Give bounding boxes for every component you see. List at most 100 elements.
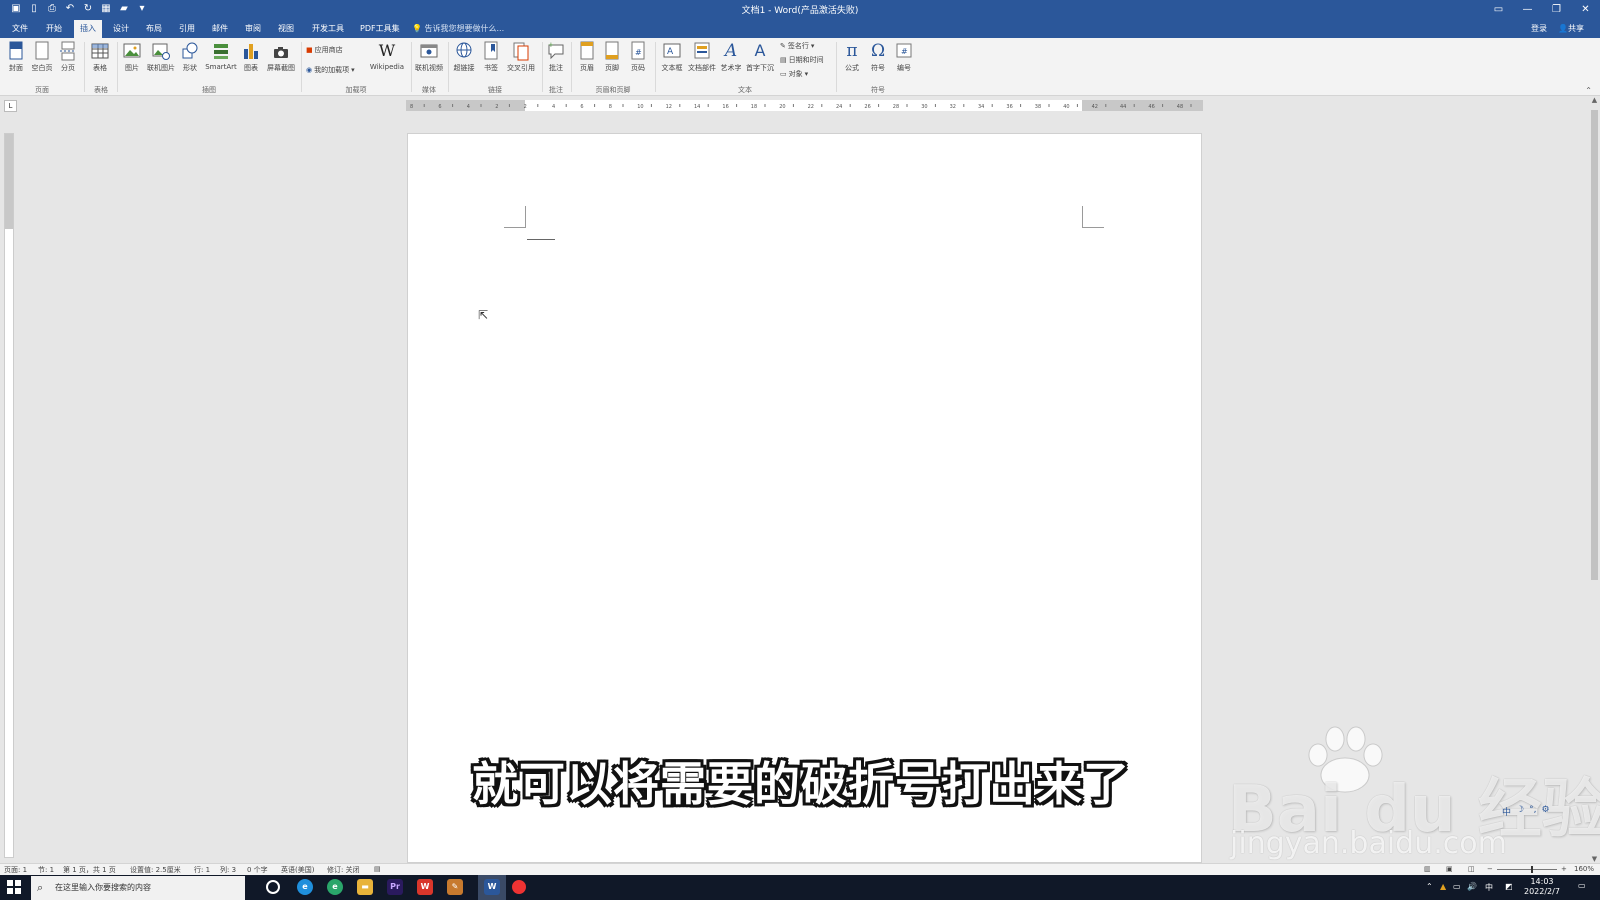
smartart-button[interactable]: SmartArt [204, 41, 238, 83]
number-button[interactable]: # 编号 [893, 41, 915, 83]
vertical-scrollbar[interactable]: ▲ ▼ [1589, 96, 1600, 863]
footer-button[interactable]: 页脚 [601, 41, 623, 83]
status-page-count[interactable]: 第 1 页，共 1 页 [63, 865, 116, 875]
scroll-down-icon[interactable]: ▼ [1589, 855, 1600, 863]
volume-icon[interactable]: 🔊 [1467, 882, 1477, 900]
wordart-label: 艺术字 [720, 64, 742, 72]
status-page[interactable]: 页面: 1 [4, 865, 27, 875]
file-explorer-icon[interactable]: ▬ [357, 879, 373, 895]
page-break-button[interactable]: 分页 [56, 41, 80, 83]
cortana-icon[interactable] [266, 880, 280, 894]
collapse-ribbon-icon[interactable]: ⌃ [1585, 86, 1592, 95]
edge-icon[interactable]: e [297, 879, 313, 895]
zoom-in-icon[interactable]: + [1561, 865, 1567, 873]
scroll-up-icon[interactable]: ▲ [1589, 96, 1600, 104]
status-word-count[interactable]: 0 个字 [247, 865, 268, 875]
ime-indicator[interactable]: 中 [1485, 882, 1493, 900]
tab-design[interactable]: 设计 [107, 20, 135, 38]
bookmark-button[interactable]: 书签 [480, 41, 502, 83]
ime-punctuation-icon[interactable]: °, [1529, 805, 1536, 818]
tab-layout[interactable]: 布局 [140, 20, 168, 38]
status-column[interactable]: 列: 3 [220, 865, 236, 875]
my-addins-button[interactable]: ◉ 我的加载项 ▾ [306, 65, 355, 75]
tab-view[interactable]: 视图 [272, 20, 300, 38]
macro-record-icon[interactable]: ▤ [374, 865, 381, 873]
restore-icon[interactable]: ❐ [1542, 0, 1571, 20]
scroll-thumb[interactable] [1591, 110, 1598, 580]
screenshot-button[interactable]: 屏幕截图 [265, 41, 297, 83]
equation-button[interactable]: π 公式 [841, 41, 863, 83]
tray-expand-icon[interactable]: ⌃ [1426, 882, 1433, 900]
status-section[interactable]: 节: 1 [38, 865, 54, 875]
system-clock[interactable]: 14:03 2022/2/7 [1524, 877, 1560, 897]
page-number-button[interactable]: # 页码 [627, 41, 649, 83]
network-icon[interactable]: ▭ [1453, 882, 1461, 900]
dropcap-button[interactable]: A 首字下沉 [745, 41, 775, 83]
shapes-button[interactable]: 形状 [178, 41, 202, 83]
zoom-level[interactable]: 160% [1574, 865, 1594, 873]
zoom-slider[interactable] [1497, 869, 1557, 870]
tab-file[interactable]: 文件 [6, 20, 34, 38]
print-layout-icon[interactable]: ▣ [1446, 865, 1453, 873]
tab-pdf[interactable]: PDF工具集 [354, 20, 406, 38]
ribbon-display-icon[interactable]: ▭ [1484, 0, 1513, 20]
online-picture-button[interactable]: 联机图片 [145, 41, 177, 83]
tab-insert[interactable]: 插入 [74, 20, 102, 38]
picture-button[interactable]: 图片 [121, 41, 143, 83]
tab-home[interactable]: 开始 [40, 20, 68, 38]
notification-icon[interactable]: ▭ [1578, 881, 1586, 900]
tab-references[interactable]: 引用 [173, 20, 201, 38]
wikipedia-button[interactable]: W Wikipedia [366, 41, 408, 83]
tab-selector[interactable]: L [4, 100, 17, 112]
wordart-button[interactable]: A 艺术字 [719, 41, 743, 83]
ime-settings-icon[interactable]: ⚙ [1541, 805, 1549, 818]
web-layout-icon[interactable]: ◫ [1468, 865, 1475, 873]
status-position[interactable]: 设置值: 2.5厘米 [130, 865, 181, 875]
tab-review[interactable]: 审阅 [239, 20, 267, 38]
tab-mailings[interactable]: 邮件 [206, 20, 234, 38]
security-icon[interactable]: ◩ [1505, 882, 1513, 900]
header-button[interactable]: 页眉 [576, 41, 598, 83]
quick-parts-button[interactable]: 文档部件 [687, 41, 717, 83]
signin-link[interactable]: 登录 [1531, 20, 1547, 38]
status-track-changes[interactable]: 修订: 关闭 [327, 865, 360, 875]
chart-button[interactable]: 图表 [240, 41, 262, 83]
textbox-button[interactable]: A 文本框 [659, 41, 685, 83]
ime-mode-chinese[interactable]: 中 [1502, 805, 1511, 818]
tell-me-search[interactable]: 💡 告诉我您想要做什么... [412, 20, 504, 38]
cover-page-button[interactable]: 封面 [4, 41, 28, 83]
zoom-out-icon[interactable]: − [1487, 865, 1493, 873]
taskbar-search-box[interactable]: ⌕ 在这里输入你要搜索的内容 [31, 876, 245, 900]
feather-icon[interactable]: ✎ [447, 879, 463, 895]
vertical-ruler[interactable] [4, 133, 14, 858]
tab-developer[interactable]: 开发工具 [306, 20, 350, 38]
cross-reference-button[interactable]: 交叉引用 [504, 41, 538, 83]
dropcap-label: 首字下沉 [746, 64, 774, 72]
windows-start-icon[interactable] [6, 879, 22, 895]
store-button[interactable]: ■ 应用商店 [306, 45, 343, 55]
status-line[interactable]: 行: 1 [194, 865, 210, 875]
edge-dev-icon[interactable]: e [327, 879, 343, 895]
horizontal-ruler[interactable]: 8 6 4 2 2 4 6 8 10 12 14 16 18 20 22 24 26 28 30 32 34 36 38 40… [406, 100, 1203, 111]
close-icon[interactable]: ✕ [1571, 0, 1600, 20]
wps-icon[interactable]: W [417, 879, 433, 895]
status-language[interactable]: 英语(美国) [281, 865, 314, 875]
tray-app-icon[interactable]: ▲ [1440, 882, 1446, 900]
read-mode-icon[interactable]: ▥ [1424, 865, 1431, 873]
object-button[interactable]: ▭ 对象 ▾ [780, 69, 808, 79]
datetime-button[interactable]: ▤ 日期和时间 [780, 55, 824, 65]
comment-button[interactable]: + 批注 [545, 41, 567, 83]
zoom-slider-thumb[interactable] [1531, 866, 1533, 873]
ime-moon-icon[interactable]: ☽ [1516, 805, 1524, 818]
hyperlink-button[interactable]: 超链接 [451, 41, 477, 83]
word-icon[interactable]: W [484, 879, 500, 895]
signature-line-button[interactable]: ✎ 签名行 ▾ [780, 41, 814, 51]
symbol-button[interactable]: Ω 符号 [867, 41, 889, 83]
record-icon[interactable] [512, 880, 526, 894]
share-button[interactable]: 👤共享 [1558, 20, 1584, 38]
table-button[interactable]: 表格 [88, 41, 112, 83]
online-video-button[interactable]: 联机视频 [413, 41, 445, 83]
premiere-icon[interactable]: Pr [387, 879, 403, 895]
minimize-icon[interactable]: — [1513, 0, 1542, 20]
blank-page-button[interactable]: 空白页 [29, 41, 55, 83]
